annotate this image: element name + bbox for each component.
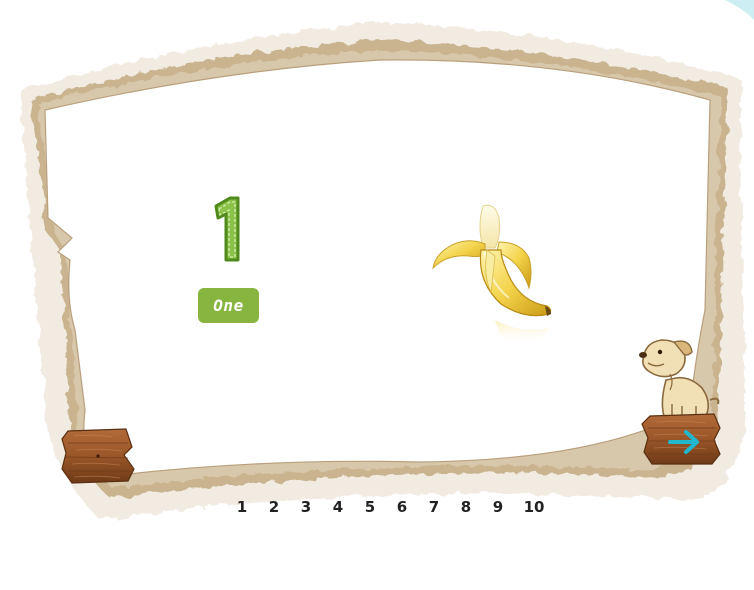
- page-2-button[interactable]: 2: [258, 498, 290, 516]
- page-10-button[interactable]: 10: [514, 498, 554, 516]
- previous-button[interactable]: [60, 425, 142, 487]
- page-8-button[interactable]: 8: [450, 498, 482, 516]
- wooden-plank-icon: [61, 428, 135, 484]
- page-6-button[interactable]: 6: [386, 498, 418, 516]
- page-5-button[interactable]: 5: [354, 498, 386, 516]
- page-9-button[interactable]: 9: [482, 498, 514, 516]
- page-3-button[interactable]: 3: [290, 498, 322, 516]
- banana-icon: [432, 204, 552, 345]
- number-word-label: One: [213, 296, 244, 315]
- dog-mascot-icon: [639, 339, 720, 417]
- numeral-one-graphic: [214, 196, 240, 262]
- page-1-button[interactable]: 1: [226, 498, 258, 516]
- number-pager: 1 2 3 4 5 6 7 8 9 10: [226, 496, 554, 518]
- page-4-button[interactable]: 4: [322, 498, 354, 516]
- number-word-badge: One: [198, 288, 259, 323]
- page-7-button[interactable]: 7: [418, 498, 450, 516]
- next-button[interactable]: [640, 412, 724, 466]
